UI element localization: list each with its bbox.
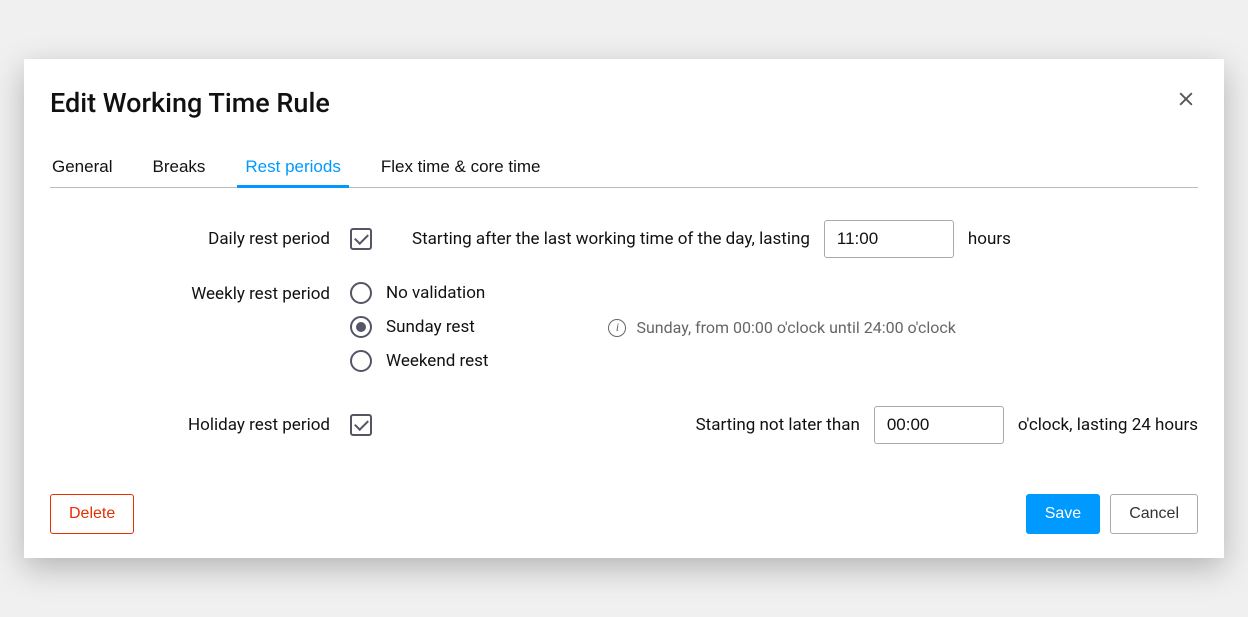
daily-rest-label: Daily rest period	[50, 229, 350, 249]
weekly-rest-info-text: Sunday, from 00:00 o'clock until 24:00 o…	[636, 318, 955, 337]
delete-button[interactable]: Delete	[50, 494, 134, 534]
daily-rest-text-post: hours	[968, 229, 1011, 249]
close-button[interactable]	[1174, 87, 1198, 111]
radio-sunday-rest[interactable]	[350, 316, 372, 338]
weekly-rest-row: Weekly rest period No validation Sunday …	[50, 282, 1198, 372]
tab-rest-periods[interactable]: Rest periods	[243, 149, 342, 187]
daily-rest-value-input[interactable]	[824, 220, 954, 258]
radio-weekend-rest[interactable]	[350, 350, 372, 372]
radio-no-validation-label: No validation	[386, 283, 485, 303]
weekly-rest-radio-group: No validation Sunday rest Weekend rest	[350, 282, 488, 372]
modal-header: Edit Working Time Rule	[50, 87, 1198, 119]
weekly-rest-label: Weekly rest period	[50, 282, 350, 304]
tabs: General Breaks Rest periods Flex time & …	[50, 149, 1198, 188]
weekly-option-sunday-rest[interactable]: Sunday rest	[350, 316, 488, 338]
holiday-rest-checkbox[interactable]	[350, 414, 372, 436]
daily-rest-checkbox[interactable]	[350, 228, 372, 250]
info-icon: i	[608, 319, 626, 337]
holiday-rest-value-input[interactable]	[874, 406, 1004, 444]
modal-title: Edit Working Time Rule	[50, 87, 330, 119]
holiday-rest-label: Holiday rest period	[50, 415, 350, 435]
daily-rest-text-pre: Starting after the last working time of …	[412, 229, 810, 249]
holiday-rest-text-pre: Starting not later than	[696, 415, 860, 435]
save-button[interactable]: Save	[1026, 494, 1100, 534]
weekly-rest-info: i Sunday, from 00:00 o'clock until 24:00…	[608, 282, 955, 337]
daily-rest-row: Daily rest period Starting after the las…	[50, 220, 1198, 258]
tab-general[interactable]: General	[50, 149, 114, 187]
holiday-rest-row: Holiday rest period Starting not later t…	[50, 406, 1198, 444]
radio-sunday-rest-label: Sunday rest	[386, 317, 475, 337]
close-icon	[1176, 89, 1196, 109]
tab-breaks[interactable]: Breaks	[150, 149, 207, 187]
holiday-rest-text-post: o'clock, lasting 24 hours	[1018, 415, 1198, 435]
modal-footer: Delete Save Cancel	[50, 494, 1198, 534]
tab-flex-time[interactable]: Flex time & core time	[379, 149, 543, 187]
weekly-option-weekend-rest[interactable]: Weekend rest	[350, 350, 488, 372]
radio-weekend-rest-label: Weekend rest	[386, 351, 488, 371]
radio-no-validation[interactable]	[350, 282, 372, 304]
cancel-button[interactable]: Cancel	[1110, 494, 1198, 534]
edit-working-time-rule-modal: Edit Working Time Rule General Breaks Re…	[24, 59, 1224, 558]
weekly-option-no-validation[interactable]: No validation	[350, 282, 488, 304]
